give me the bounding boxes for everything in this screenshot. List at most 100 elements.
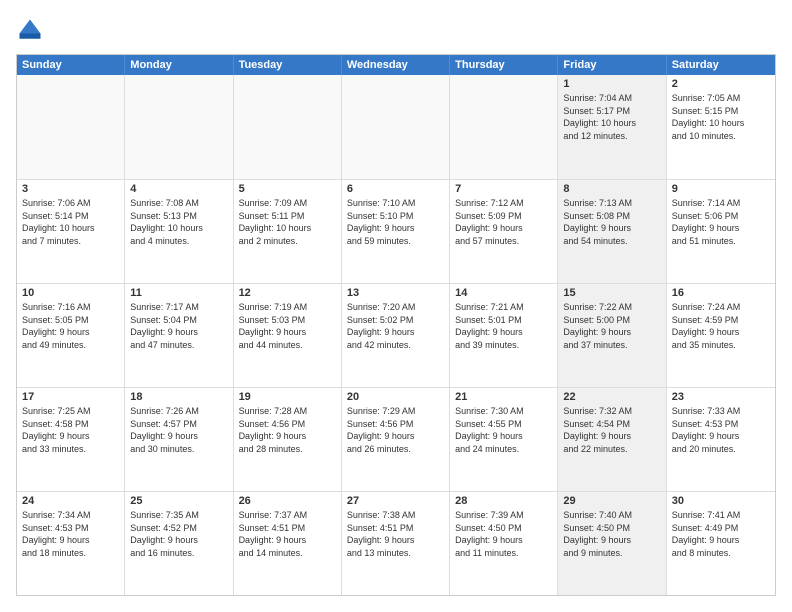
calendar-cell: 1Sunrise: 7:04 AM Sunset: 5:17 PM Daylig… xyxy=(558,75,666,179)
logo-icon xyxy=(16,16,44,44)
calendar-cell: 11Sunrise: 7:17 AM Sunset: 5:04 PM Dayli… xyxy=(125,284,233,387)
calendar-cell: 2 Sunrise: 7:05 AM Sunset: 5:15 PM Daylig… xyxy=(667,75,775,179)
day-info: Sunrise: 7:21 AM Sunset: 5:01 PM Dayligh… xyxy=(455,301,552,351)
day-number: 1 xyxy=(563,78,660,90)
weekday-header: Friday xyxy=(558,55,666,75)
day-number: 24 xyxy=(22,495,119,507)
day-info: Sunrise: 7:22 AM Sunset: 5:00 PM Dayligh… xyxy=(563,301,660,351)
calendar-row: 1Sunrise: 7:04 AM Sunset: 5:17 PM Daylig… xyxy=(17,75,775,179)
day-info: Sunrise: 7:28 AM Sunset: 4:56 PM Dayligh… xyxy=(239,405,336,455)
day-info: Sunrise: 7:39 AM Sunset: 4:50 PM Dayligh… xyxy=(455,509,552,559)
calendar-cell: 9Sunrise: 7:14 AM Sunset: 5:06 PM Daylig… xyxy=(667,180,775,283)
day-number: 10 xyxy=(22,287,119,299)
day-number: 12 xyxy=(239,287,336,299)
day-info: Sunrise: 7:38 AM Sunset: 4:51 PM Dayligh… xyxy=(347,509,444,559)
day-number: 17 xyxy=(22,391,119,403)
calendar-cell xyxy=(342,75,450,179)
calendar-cell: 27 Sunrise: 7:38 AM Sunset: 4:51 PM Dayli… xyxy=(342,492,450,595)
day-info: Sunrise: 7:24 AM Sunset: 4:59 PM Dayligh… xyxy=(672,301,770,351)
day-info: Sunrise: 7:41 AM Sunset: 4:49 PM Dayligh… xyxy=(672,509,770,559)
calendar-cell: 29 Sunrise: 7:40 AM Sunset: 4:50 PM Dayli… xyxy=(558,492,666,595)
logo xyxy=(16,16,48,44)
calendar-cell: 24 Sunrise: 7:34 AM Sunset: 4:53 PM Dayli… xyxy=(17,492,125,595)
calendar-row: 24 Sunrise: 7:34 AM Sunset: 4:53 PM Dayli… xyxy=(17,491,775,595)
calendar-cell: 19 Sunrise: 7:28 AM Sunset: 4:56 PM Dayli… xyxy=(234,388,342,491)
calendar-cell xyxy=(17,75,125,179)
calendar-cell: 7 Sunrise: 7:12 AM Sunset: 5:09 PM Daylig… xyxy=(450,180,558,283)
day-number: 18 xyxy=(130,391,227,403)
day-number: 25 xyxy=(130,495,227,507)
day-info: Sunrise: 7:30 AM Sunset: 4:55 PM Dayligh… xyxy=(455,405,552,455)
day-number: 2 xyxy=(672,78,770,90)
day-number: 14 xyxy=(455,287,552,299)
day-info: Sunrise: 7:25 AM Sunset: 4:58 PM Dayligh… xyxy=(22,405,119,455)
calendar-cell: 16 Sunrise: 7:24 AM Sunset: 4:59 PM Dayli… xyxy=(667,284,775,387)
day-info: Sunrise: 7:13 AM Sunset: 5:08 PM Dayligh… xyxy=(563,197,660,247)
day-number: 16 xyxy=(672,287,770,299)
page-header xyxy=(16,16,776,44)
day-info: Sunrise: 7:37 AM Sunset: 4:51 PM Dayligh… xyxy=(239,509,336,559)
calendar-cell: 5 Sunrise: 7:09 AM Sunset: 5:11 PM Daylig… xyxy=(234,180,342,283)
day-number: 27 xyxy=(347,495,444,507)
day-number: 4 xyxy=(130,183,227,195)
calendar-row: 3Sunrise: 7:06 AM Sunset: 5:14 PM Daylig… xyxy=(17,179,775,283)
day-number: 6 xyxy=(347,183,444,195)
calendar-cell: 23 Sunrise: 7:33 AM Sunset: 4:53 PM Dayli… xyxy=(667,388,775,491)
day-number: 22 xyxy=(563,391,660,403)
weekday-header: Monday xyxy=(125,55,233,75)
day-number: 30 xyxy=(672,495,770,507)
day-info: Sunrise: 7:17 AM Sunset: 5:04 PM Dayligh… xyxy=(130,301,227,351)
calendar-cell: 4 Sunrise: 7:08 AM Sunset: 5:13 PM Daylig… xyxy=(125,180,233,283)
calendar-cell: 22 Sunrise: 7:32 AM Sunset: 4:54 PM Dayli… xyxy=(558,388,666,491)
calendar-cell: 3Sunrise: 7:06 AM Sunset: 5:14 PM Daylig… xyxy=(17,180,125,283)
calendar-cell: 20 Sunrise: 7:29 AM Sunset: 4:56 PM Dayli… xyxy=(342,388,450,491)
calendar: SundayMondayTuesdayWednesdayThursdayFrid… xyxy=(16,54,776,596)
calendar-cell: 12 Sunrise: 7:19 AM Sunset: 5:03 PM Dayli… xyxy=(234,284,342,387)
day-number: 20 xyxy=(347,391,444,403)
day-info: Sunrise: 7:05 AM Sunset: 5:15 PM Dayligh… xyxy=(672,92,770,142)
day-info: Sunrise: 7:10 AM Sunset: 5:10 PM Dayligh… xyxy=(347,197,444,247)
weekday-header: Saturday xyxy=(667,55,775,75)
day-number: 5 xyxy=(239,183,336,195)
day-number: 15 xyxy=(563,287,660,299)
day-info: Sunrise: 7:14 AM Sunset: 5:06 PM Dayligh… xyxy=(672,197,770,247)
weekday-header: Tuesday xyxy=(234,55,342,75)
weekday-header: Sunday xyxy=(17,55,125,75)
day-number: 7 xyxy=(455,183,552,195)
day-number: 28 xyxy=(455,495,552,507)
day-number: 29 xyxy=(563,495,660,507)
calendar-cell: 8 Sunrise: 7:13 AM Sunset: 5:08 PM Daylig… xyxy=(558,180,666,283)
day-info: Sunrise: 7:08 AM Sunset: 5:13 PM Dayligh… xyxy=(130,197,227,247)
calendar-cell xyxy=(125,75,233,179)
calendar-cell: 6 Sunrise: 7:10 AM Sunset: 5:10 PM Daylig… xyxy=(342,180,450,283)
day-number: 19 xyxy=(239,391,336,403)
day-info: Sunrise: 7:34 AM Sunset: 4:53 PM Dayligh… xyxy=(22,509,119,559)
day-info: Sunrise: 7:35 AM Sunset: 4:52 PM Dayligh… xyxy=(130,509,227,559)
day-info: Sunrise: 7:40 AM Sunset: 4:50 PM Dayligh… xyxy=(563,509,660,559)
day-info: Sunrise: 7:12 AM Sunset: 5:09 PM Dayligh… xyxy=(455,197,552,247)
day-info: Sunrise: 7:33 AM Sunset: 4:53 PM Dayligh… xyxy=(672,405,770,455)
day-info: Sunrise: 7:09 AM Sunset: 5:11 PM Dayligh… xyxy=(239,197,336,247)
calendar-cell: 30 Sunrise: 7:41 AM Sunset: 4:49 PM Dayli… xyxy=(667,492,775,595)
calendar-cell xyxy=(234,75,342,179)
day-info: Sunrise: 7:16 AM Sunset: 5:05 PM Dayligh… xyxy=(22,301,119,351)
day-number: 23 xyxy=(672,391,770,403)
calendar-header: SundayMondayTuesdayWednesdayThursdayFrid… xyxy=(17,55,775,75)
calendar-cell: 10 Sunrise: 7:16 AM Sunset: 5:05 PM Dayli… xyxy=(17,284,125,387)
calendar-cell: 28 Sunrise: 7:39 AM Sunset: 4:50 PM Dayli… xyxy=(450,492,558,595)
day-number: 8 xyxy=(563,183,660,195)
day-number: 13 xyxy=(347,287,444,299)
calendar-cell: 25 Sunrise: 7:35 AM Sunset: 4:52 PM Dayli… xyxy=(125,492,233,595)
calendar-cell xyxy=(450,75,558,179)
calendar-cell: 14 Sunrise: 7:21 AM Sunset: 5:01 PM Dayli… xyxy=(450,284,558,387)
calendar-cell: 13 Sunrise: 7:20 AM Sunset: 5:02 PM Dayli… xyxy=(342,284,450,387)
calendar-row: 10 Sunrise: 7:16 AM Sunset: 5:05 PM Dayli… xyxy=(17,283,775,387)
weekday-header: Wednesday xyxy=(342,55,450,75)
day-info: Sunrise: 7:32 AM Sunset: 4:54 PM Dayligh… xyxy=(563,405,660,455)
day-info: Sunrise: 7:26 AM Sunset: 4:57 PM Dayligh… xyxy=(130,405,227,455)
calendar-cell: 21Sunrise: 7:30 AM Sunset: 4:55 PM Dayli… xyxy=(450,388,558,491)
day-info: Sunrise: 7:19 AM Sunset: 5:03 PM Dayligh… xyxy=(239,301,336,351)
day-info: Sunrise: 7:29 AM Sunset: 4:56 PM Dayligh… xyxy=(347,405,444,455)
day-info: Sunrise: 7:20 AM Sunset: 5:02 PM Dayligh… xyxy=(347,301,444,351)
calendar-cell: 15 Sunrise: 7:22 AM Sunset: 5:00 PM Dayli… xyxy=(558,284,666,387)
